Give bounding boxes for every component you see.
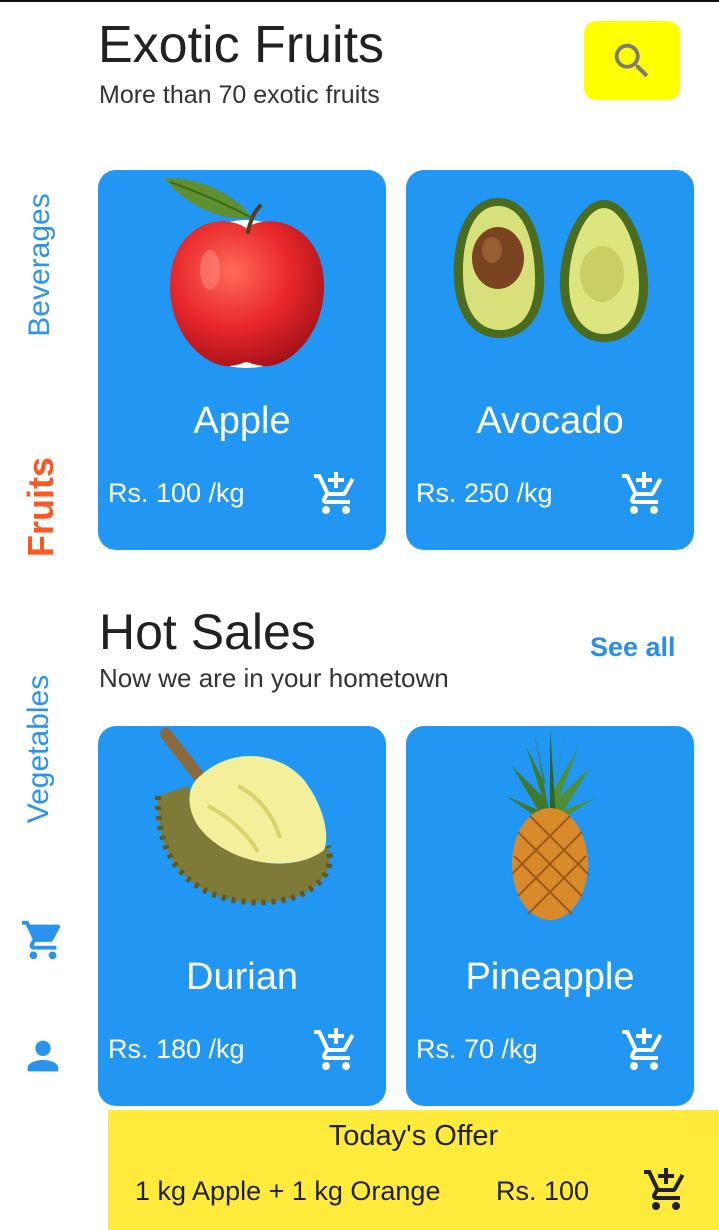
sidebar-item-fruits[interactable]: Fruits bbox=[20, 432, 62, 582]
product-card-apple[interactable]: Apple Rs. 100 /kg bbox=[98, 170, 386, 550]
add-to-cart-icon[interactable] bbox=[620, 1026, 668, 1074]
add-to-cart-icon[interactable] bbox=[312, 470, 360, 518]
user-icon[interactable] bbox=[20, 1033, 66, 1079]
search-button[interactable] bbox=[584, 21, 680, 100]
add-to-cart-icon[interactable] bbox=[620, 470, 668, 518]
product-price: Rs. 100 /kg bbox=[108, 478, 245, 508]
product-price: Rs. 180 /kg bbox=[108, 1034, 245, 1064]
section-title: Hot Sales bbox=[99, 604, 316, 660]
product-name: Pineapple bbox=[465, 956, 635, 998]
cart-icon[interactable] bbox=[20, 917, 66, 963]
offer-banner[interactable]: Today's Offer 1 kg Apple + 1 kg Orange R… bbox=[108, 1110, 719, 1230]
product-card-durian[interactable]: Durian Rs. 180 /kg bbox=[98, 726, 386, 1106]
page-subtitle: More than 70 exotic fruits bbox=[99, 81, 380, 109]
product-name: Avocado bbox=[476, 400, 624, 442]
product-card-pineapple[interactable]: Pineapple Rs. 70 /kg bbox=[406, 726, 694, 1106]
offer-title: Today's Offer bbox=[328, 1120, 499, 1152]
offer-price: Rs. 100 bbox=[496, 1176, 590, 1206]
sidebar-item-beverages[interactable]: Beverages bbox=[23, 190, 59, 340]
durian-image bbox=[154, 728, 333, 906]
product-price: Rs. 70 /kg bbox=[416, 1034, 538, 1064]
apple-image bbox=[164, 178, 324, 368]
status-divider bbox=[0, 0, 719, 2]
section-subtitle: Now we are in your hometown bbox=[99, 663, 449, 693]
see-all-link[interactable]: See all bbox=[590, 632, 676, 663]
add-to-cart-icon[interactable] bbox=[642, 1166, 690, 1214]
search-icon bbox=[614, 43, 649, 77]
product-card-avocado[interactable]: Avocado Rs. 250 /kg bbox=[406, 170, 694, 550]
product-name: Durian bbox=[186, 956, 298, 998]
page-title: Exotic Fruits bbox=[98, 16, 385, 74]
sidebar-item-vegetables[interactable]: Vegetables bbox=[22, 663, 58, 835]
pineapple-image bbox=[506, 728, 596, 920]
product-price: Rs. 250 /kg bbox=[416, 478, 553, 508]
offer-description: 1 kg Apple + 1 kg Orange bbox=[135, 1176, 441, 1206]
avocado-image bbox=[453, 198, 649, 342]
add-to-cart-icon[interactable] bbox=[312, 1026, 360, 1074]
product-name: Apple bbox=[193, 400, 291, 442]
